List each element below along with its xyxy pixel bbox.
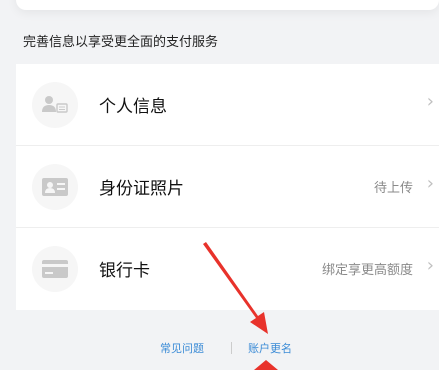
list-item-id-card-photo[interactable]: 身份证照片 待上传 › [16, 146, 439, 228]
promo-text: 绑定享更高额度 [321, 263, 413, 278]
bank-card-icon [32, 246, 78, 292]
account-rename-link[interactable]: 账户更名 [248, 340, 292, 356]
faq-link[interactable]: 常见问题 [160, 340, 204, 356]
chevron-right-icon: › [426, 91, 434, 112]
list-item-label: 个人信息 [99, 97, 167, 117]
status-text: 待上传 [373, 181, 413, 196]
footer-links: 常见问题 账户更名 [0, 340, 439, 358]
list-item-personal-info[interactable]: 个人信息 › [16, 64, 439, 146]
top-card [16, 0, 439, 10]
list-item-label: 银行卡 [99, 261, 150, 281]
footer-separator [231, 342, 232, 354]
person-card-icon [32, 82, 78, 128]
list-item-bank-card[interactable]: 银行卡 绑定享更高额度 › [16, 228, 439, 310]
chevron-right-icon: › [426, 255, 434, 276]
section-title: 完善信息以享受更全面的支付服务 [23, 35, 219, 50]
chevron-right-icon: › [426, 173, 434, 194]
id-card-icon [32, 164, 78, 210]
info-list: 个人信息 › 身份证照片 待上传 › 银行卡 绑定享更高额度 › [16, 64, 439, 310]
list-item-label: 身份证照片 [99, 179, 184, 199]
